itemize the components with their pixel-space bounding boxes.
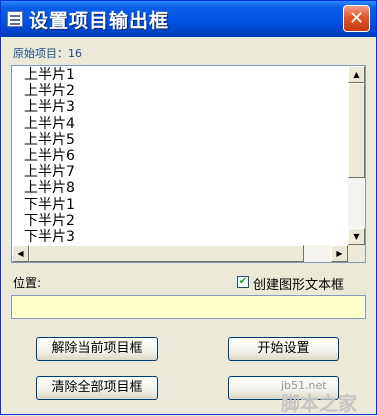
- list-item[interactable]: 上半片7: [24, 164, 344, 180]
- horizontal-scroll-thumb[interactable]: [29, 245, 304, 262]
- list-items: 上半片1 上半片2 上半片3 上半片4 上半片5 上半片6 上半片7 上半片8 下半片1 下半片2…: [24, 67, 344, 245]
- app-icon: [7, 11, 23, 27]
- list-item[interactable]: 上半片6: [24, 148, 344, 164]
- remove-current-box-label: 解除当前项目框: [51, 341, 143, 356]
- clear-all-boxes-button[interactable]: 清除全部项目框: [36, 376, 158, 400]
- vertical-scroll-thumb[interactable]: [348, 83, 365, 178]
- source-item-list[interactable]: 上半片1 上半片2 上半片3 上半片4 上半片5 上半片6 上半片7 上半片8 下半片1 下半片2…: [11, 65, 366, 263]
- close-icon: ✕: [348, 8, 365, 29]
- list-item[interactable]: 上半片3: [24, 99, 344, 115]
- window-title: 设置项目输出框: [29, 10, 170, 32]
- dialog-window: 设置项目输出框 ✕ 原始项目：16 上半片1 上半片2 上半片3 上半片4 上半片5 上半…: [0, 0, 377, 415]
- start-setup-button[interactable]: 开始设置: [228, 337, 339, 361]
- scrollbar-corner: [348, 245, 365, 262]
- create-text-box-checkbox[interactable]: ✔: [237, 276, 249, 288]
- position-input[interactable]: [11, 295, 366, 319]
- source-count-label: 原始项目：16: [13, 47, 82, 60]
- scroll-down-icon[interactable]: ▼: [348, 228, 365, 245]
- list-item[interactable]: 上半片4: [24, 116, 344, 132]
- list-item[interactable]: 上半片1: [24, 67, 344, 83]
- watermark-name: 脚本之家: [281, 393, 358, 415]
- horizontal-scrollbar[interactable]: ◀ ▶: [12, 245, 348, 262]
- clear-all-boxes-label: 清除全部项目框: [51, 380, 143, 395]
- scroll-up-icon[interactable]: ▲: [348, 66, 365, 83]
- watermark: jb51.net 脚本之家: [281, 379, 357, 415]
- scroll-right-icon[interactable]: ▶: [331, 245, 348, 262]
- list-item[interactable]: 上半片8: [24, 180, 344, 196]
- list-item[interactable]: 上半片5: [24, 132, 344, 148]
- close-button[interactable]: ✕: [343, 5, 370, 32]
- checkmark-icon: ✔: [238, 276, 248, 287]
- scroll-left-icon[interactable]: ◀: [12, 245, 29, 262]
- remove-current-box-button[interactable]: 解除当前项目框: [36, 337, 158, 361]
- list-item[interactable]: 上半片2: [24, 83, 344, 99]
- list-item[interactable]: 下半片1: [24, 197, 344, 213]
- vertical-scrollbar[interactable]: ▲ ▼: [348, 66, 365, 245]
- title-bar[interactable]: 设置项目输出框 ✕: [1, 1, 376, 37]
- list-item[interactable]: 下半片2: [24, 213, 344, 229]
- start-setup-label: 开始设置: [257, 341, 310, 356]
- list-item[interactable]: 下半片3: [24, 229, 344, 245]
- position-label: 位置:: [13, 276, 42, 290]
- create-text-box-label[interactable]: 创建图形文本框: [253, 274, 344, 293]
